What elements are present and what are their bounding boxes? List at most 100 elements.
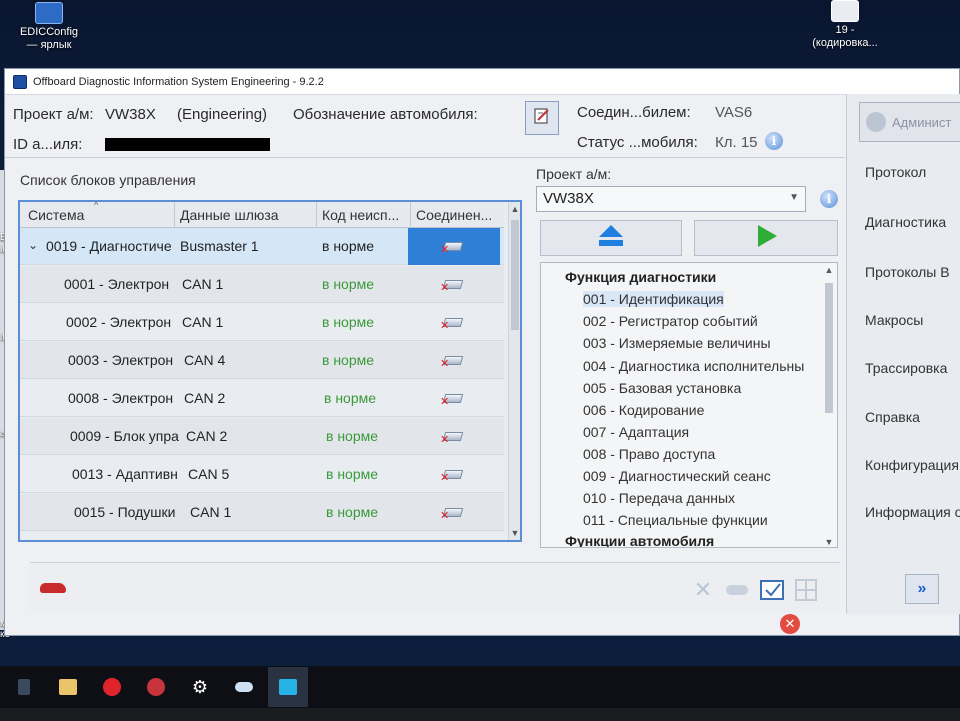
edit-vehicle-button[interactable] xyxy=(525,101,559,135)
sidebar-item-tracing[interactable]: Трассировка xyxy=(865,360,947,376)
row-connection: ✕ xyxy=(408,228,500,265)
function-item[interactable]: 009 - Диагностический сеанс xyxy=(583,468,771,484)
function-item[interactable]: 006 - Кодирование xyxy=(583,402,704,418)
scroll-thumb[interactable] xyxy=(825,283,833,413)
checklist-icon[interactable] xyxy=(760,577,786,603)
expand-chevron-icon[interactable]: ⌄ xyxy=(28,238,38,252)
connection-error-icon: ✕ xyxy=(440,315,466,331)
scroll-down-icon[interactable]: ▼ xyxy=(509,528,520,538)
taskbar-window-icon[interactable] xyxy=(4,667,44,707)
function-item[interactable]: 003 - Измеряемые величины xyxy=(583,335,771,351)
car-icon xyxy=(40,583,66,593)
function-item[interactable]: 002 - Регистратор событий xyxy=(583,313,758,329)
info-icon[interactable]: i xyxy=(765,132,783,150)
admin-button[interactable]: Админист xyxy=(859,102,960,142)
table-row[interactable]: ⌄ 0019 - Диагностиче Busmaster 1 в норме… xyxy=(20,228,504,265)
function-item[interactable]: 007 - Адаптация xyxy=(583,424,689,440)
table-row[interactable]: 0015 - Подушки CAN 1 в норме ✕ xyxy=(20,494,504,531)
diagnostic-functions-list: Функция диагностики 001 - Идентификация … xyxy=(540,262,838,548)
sidebar-item-protocols[interactable]: Протоколы В xyxy=(865,264,950,280)
disconnect-icon[interactable]: ✕ xyxy=(690,577,716,603)
taskbar: ⚙ xyxy=(0,666,960,708)
taskbar-opera-icon[interactable] xyxy=(92,667,132,707)
scroll-down-icon[interactable]: ▼ xyxy=(823,537,835,547)
table-scrollbar[interactable]: ▲ ▼ xyxy=(508,202,520,540)
column-header-fault-code[interactable]: Код неисп... xyxy=(322,207,408,223)
taskbar-explorer-icon[interactable] xyxy=(48,667,88,707)
functions-scrollbar[interactable]: ▲ ▼ xyxy=(823,265,835,547)
table-row[interactable]: 0002 - Электрон CAN 1 в норме ✕ xyxy=(20,304,504,341)
sidebar-item-configuration[interactable]: Конфигурация xyxy=(865,457,959,473)
connector-icon[interactable] xyxy=(724,577,750,603)
vehicle-header: Проект а/м: VW38X (Engineering) Обозначе… xyxy=(5,96,845,158)
row-status: в норме xyxy=(326,428,379,444)
row-gateway: CAN 1 xyxy=(182,276,224,292)
table-row[interactable]: 0009 - Блок упра CAN 2 в норме ✕ xyxy=(20,418,504,455)
table-row[interactable]: 0003 - Электрон CAN 4 в норме ✕ xyxy=(20,342,504,379)
function-item[interactable]: 008 - Право доступа xyxy=(583,446,715,462)
desktop-icon-label: (кодировка... xyxy=(812,37,878,49)
function-item[interactable]: 011 - Специальные функции xyxy=(583,512,768,528)
table-row[interactable]: 0013 - Адаптивн CAN 5 в норме ✕ xyxy=(20,456,504,493)
admin-gear-icon xyxy=(866,112,886,132)
taskbar-app-icon[interactable] xyxy=(136,667,176,707)
scroll-thumb[interactable] xyxy=(511,220,519,330)
forward-button[interactable]: » xyxy=(905,574,939,604)
scroll-up-icon[interactable]: ▲ xyxy=(823,265,835,275)
function-item[interactable]: 004 - Диагностика исполнительны xyxy=(583,358,804,374)
desktop-icon-edicconfig[interactable]: EDICConfig — ярлык xyxy=(14,2,84,52)
row-connection: ✕ xyxy=(408,380,500,417)
taskbar-odis-icon[interactable] xyxy=(268,667,308,707)
sidebar-item-help[interactable]: Справка xyxy=(865,409,920,425)
sidebar-item-diagnostics[interactable]: Диагностика xyxy=(865,214,946,230)
app-icon xyxy=(13,74,27,89)
sidebar-item-protocol[interactable]: Протокол xyxy=(865,164,926,180)
desktop-icon-19[interactable]: 19 - (кодировка... xyxy=(800,0,890,50)
id-label: ID а...иля: xyxy=(13,136,83,153)
desktop-icon-label: — ярлык xyxy=(26,39,72,51)
connection-error-icon: ✕ xyxy=(440,239,466,255)
vehicle-button[interactable] xyxy=(34,569,72,607)
function-item[interactable]: 005 - Базовая установка xyxy=(583,380,741,396)
edit-icon xyxy=(532,106,552,130)
grid-icon[interactable] xyxy=(794,577,820,603)
taskbar-settings-icon[interactable]: ⚙ xyxy=(180,667,220,707)
row-status: в норме xyxy=(326,466,379,482)
taskbar-diagnostic-icon[interactable] xyxy=(224,667,264,707)
stop-icon[interactable]: ✕ xyxy=(780,614,800,634)
row-gateway: CAN 1 xyxy=(190,504,232,520)
table-header: Система ^ Данные шлюза Код неисп... Соед… xyxy=(20,202,504,228)
function-item[interactable]: 001 - Идентификация xyxy=(583,291,724,307)
project-select-value: VW38X xyxy=(543,190,594,207)
sidebar-item-information[interactable]: Информация о xyxy=(865,504,960,520)
function-item[interactable]: 010 - Передача данных xyxy=(583,490,735,506)
group-vehicle-functions[interactable]: Функции автомобиля xyxy=(565,533,714,547)
right-sidebar: Админист Протокол Диагностика Протоколы … xyxy=(846,94,960,614)
connection-error-icon: ✕ xyxy=(440,429,466,445)
eject-up-icon xyxy=(597,223,625,254)
window-title: Offboard Diagnostic Information System E… xyxy=(33,75,324,88)
column-header-gateway[interactable]: Данные шлюза xyxy=(180,207,310,223)
column-separator xyxy=(174,202,175,228)
row-connection: ✕ xyxy=(408,304,500,341)
group-diagnostic-functions[interactable]: Функция диагностики xyxy=(565,269,716,285)
run-button[interactable] xyxy=(694,220,838,256)
status-value: Кл. 15 xyxy=(715,134,758,151)
scroll-up-icon[interactable]: ▲ xyxy=(509,204,520,214)
row-gateway: CAN 2 xyxy=(186,428,228,444)
connection-error-icon: ✕ xyxy=(440,277,466,293)
table-row[interactable]: 0001 - Электрон CAN 1 в норме ✕ xyxy=(20,266,504,303)
table-row[interactable]: 0008 - Электрон CAN 2 в норме ✕ xyxy=(20,380,504,417)
project-select[interactable]: VW38X ▼ xyxy=(536,186,806,212)
project-caption: Проект а/м: xyxy=(536,166,612,182)
sidebar-item-macros[interactable]: Макросы xyxy=(865,312,923,328)
column-header-connection[interactable]: Соединен... xyxy=(416,207,502,223)
desktop-icon-label: EDICConfig xyxy=(19,26,79,38)
row-connection: ✕ xyxy=(408,456,500,493)
row-status: в норме xyxy=(322,238,375,254)
window-titlebar[interactable]: Offboard Diagnostic Information System E… xyxy=(5,69,959,95)
back-up-button[interactable] xyxy=(540,220,682,256)
info-icon[interactable]: i xyxy=(820,190,838,208)
chevron-down-icon: ▼ xyxy=(789,192,799,203)
row-status: в норме xyxy=(326,504,379,520)
